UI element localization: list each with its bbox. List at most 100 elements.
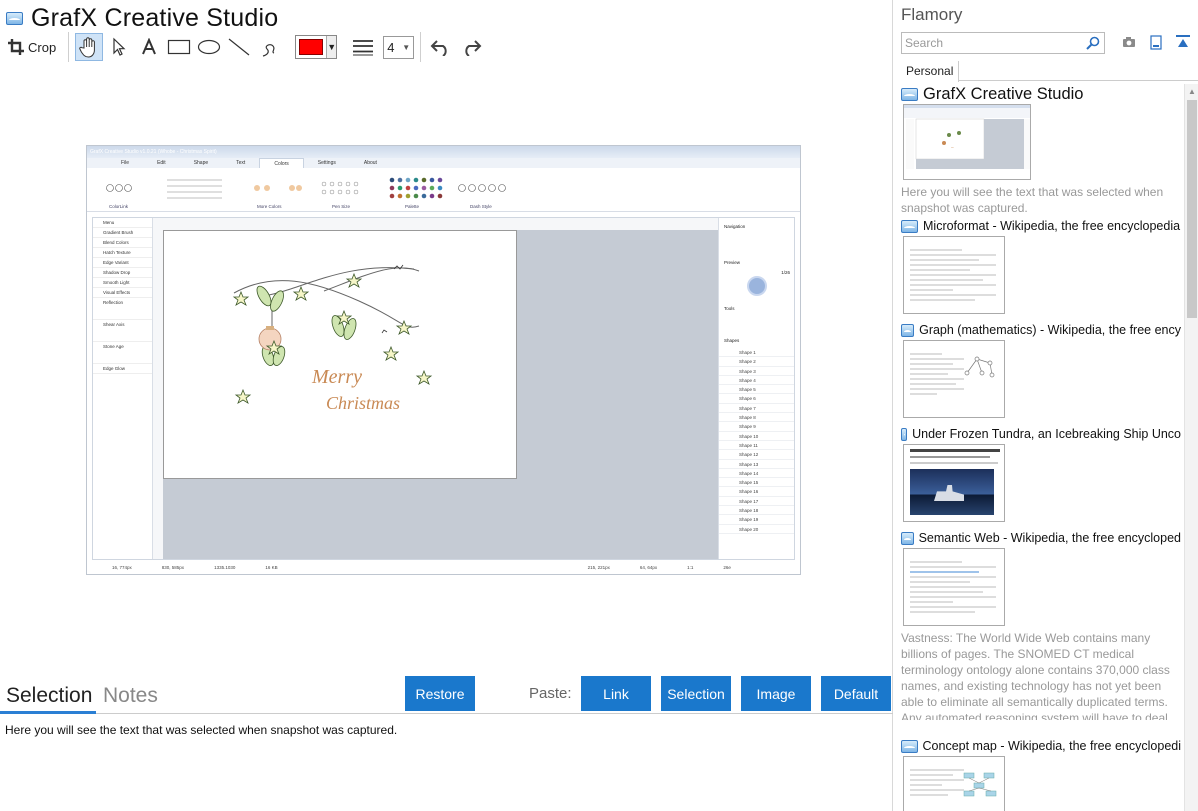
freehand-tool-button[interactable]: [255, 33, 283, 61]
paste-image-button[interactable]: Image: [741, 676, 811, 711]
paste-label: Paste:: [529, 685, 572, 702]
snapshot-menu-tab: Colors: [259, 158, 304, 168]
item-thumbnail: [903, 340, 1005, 418]
scroll-up-arrow-icon[interactable]: ▲: [1185, 84, 1198, 98]
pane-tabs: Personal: [901, 60, 1198, 82]
list-item[interactable]: Under Frozen Tundra, an Icebreaking Ship…: [901, 424, 1181, 528]
list-item[interactable]: GrafX Creative Studio ~ Here you will se…: [901, 84, 1181, 216]
snapshot-shape-row: Shape 19: [719, 515, 794, 525]
snapshot-shape-row: Shape 7: [719, 404, 794, 414]
snapshot-left-item: Hatch Texture: [93, 248, 152, 258]
snapshot-status-value: 830, 585px: [161, 565, 185, 570]
document-icon[interactable]: [1148, 34, 1164, 50]
item-header: Concept map - Wikipedia, the free encycl…: [901, 736, 1181, 756]
ribbon-group-label: Dash Style: [470, 204, 492, 209]
select-tool-button[interactable]: [105, 33, 133, 61]
section-tools: Tools: [724, 306, 735, 311]
undo-icon: [430, 40, 447, 56]
item-header: GrafX Creative Studio: [901, 84, 1181, 104]
section-preview: Preview: [724, 260, 741, 265]
scrollbar-thumb[interactable]: [1187, 100, 1197, 318]
preview-value: 1/26: [781, 270, 790, 275]
line-width-select[interactable]: 4 ▼: [383, 35, 415, 59]
hand-tool-button[interactable]: [75, 33, 104, 61]
snapshot-left-item: Gradient Brush: [93, 228, 152, 238]
nav-preview-block: Navigation Preview 1/26 Tools: [719, 218, 794, 318]
snapshot-left-item: Edge Variant: [93, 258, 152, 268]
item-header: Graph (mathematics) - Wikipedia, the fre…: [901, 320, 1181, 340]
item-app-icon: [901, 323, 915, 337]
ribbon-group-label: ColorLink: [109, 204, 129, 209]
pane-title: Flamory: [901, 5, 963, 24]
toolbar: Crop ▼ 4 ▼: [4, 32, 487, 62]
line-width-icon: [353, 40, 374, 56]
snapshot-left-item: Stone Age: [93, 342, 152, 364]
item-thumbnail: [903, 756, 1005, 811]
paste-default-button[interactable]: Default: [821, 676, 891, 711]
color-picker-dropdown[interactable]: ▼: [295, 35, 338, 59]
list-item[interactable]: Graph (mathematics) - Wikipedia, the fre…: [901, 320, 1181, 424]
collapse-top-icon[interactable]: [1175, 34, 1191, 50]
paste-selection-button[interactable]: Selection: [661, 676, 731, 711]
christmas-card-art: Merry Christmas: [232, 264, 433, 413]
item-thumbnail: ~: [903, 104, 1031, 180]
snapshot-status-value: 26e: [723, 565, 731, 570]
item-description: Here you will see the text that was sele…: [901, 185, 1164, 215]
ribbon-group-label: More Colors: [257, 204, 282, 209]
snapshot-shape-row: Shape 14: [719, 469, 794, 479]
line-width-button[interactable]: [349, 33, 377, 61]
snapshot-shape-row: Shape 13: [719, 460, 794, 469]
snapshot-status-value: 16 KB: [265, 565, 278, 570]
paste-link-button[interactable]: Link: [581, 676, 651, 711]
snapshot-left-item: Smooth Light: [93, 278, 152, 288]
hand-icon: [79, 37, 96, 58]
search-input[interactable]: Search: [901, 32, 1105, 54]
restore-button[interactable]: Restore: [405, 676, 475, 711]
text-tool-button[interactable]: [135, 33, 163, 61]
item-title: Under Frozen Tundra, an Icebreaking Ship…: [912, 427, 1181, 441]
snapshot-shape-row: Shape 16: [719, 487, 794, 497]
ellipse-tool-button[interactable]: [195, 33, 223, 61]
line-width-value: 4: [387, 39, 395, 55]
redo-button[interactable]: [457, 33, 485, 61]
snapshot-shape-row: Shape 10: [719, 432, 794, 441]
item-app-icon: [901, 427, 908, 441]
tab-selection[interactable]: Selection: [6, 684, 92, 708]
tab-personal[interactable]: Personal: [901, 61, 960, 82]
list-item[interactable]: Concept map - Wikipedia, the free encycl…: [901, 736, 1181, 811]
snapshot-left-item: Menu: [93, 218, 152, 228]
ribbon-group-label: Palette: [405, 204, 420, 209]
title-bar: GrafX Creative Studio: [6, 4, 278, 32]
item-thumbnail: [903, 236, 1005, 314]
shapes-list: Shape 1 Shape 2 Shape 3 Shape 4 Shape 5 Shape…: [719, 348, 794, 534]
camera-icon[interactable]: [1121, 34, 1137, 50]
list-item[interactable]: Semantic Web - Wikipedia, the free encyc…: [901, 528, 1181, 736]
toolbar-divider: [420, 32, 422, 62]
pane-scrollbar[interactable]: ▲: [1184, 84, 1198, 811]
tab-notes[interactable]: Notes: [103, 684, 158, 708]
item-header: Microformat - Wikipedia, the free encycl…: [901, 216, 1181, 236]
list-item[interactable]: Microformat - Wikipedia, the free encycl…: [901, 216, 1181, 320]
undo-button[interactable]: [427, 33, 455, 61]
item-title: Graph (mathematics) - Wikipedia, the fre…: [919, 323, 1181, 337]
snapshot-shape-row: Shape 4: [719, 376, 794, 386]
item-app-icon: [901, 531, 914, 545]
snapshot-menu-tab: Text: [236, 160, 246, 166]
snapshot-left-item: Reflection: [93, 298, 152, 320]
freehand-pen-icon: [263, 44, 275, 57]
flamory-pane: Flamory Search Personal GrafX Creative S…: [894, 0, 1198, 811]
snapshot-left-item: Edge Glow: [93, 364, 152, 374]
crop-button[interactable]: Crop: [4, 33, 60, 61]
snapshot-shape-row: Shape 12: [719, 450, 794, 460]
rectangle-tool-button[interactable]: [165, 33, 193, 61]
snapshot-menu-tab: Settings: [317, 160, 336, 166]
snapshot-status-bar: 16, 774px 830, 585px 1335.1030 16 KB 215, 22…: [87, 562, 800, 574]
section-shapes: Shapes: [724, 338, 740, 343]
snapshot-window-title: GrafX Creative Studio v1.0.21 (Whobe - C…: [87, 146, 800, 158]
item-title: Microformat - Wikipedia, the free encycl…: [923, 219, 1181, 233]
search-icon[interactable]: [1082, 36, 1104, 50]
line-tool-button[interactable]: [225, 33, 253, 61]
snapshot-menu-tab: Shape: [193, 160, 209, 166]
item-thumbnail: [903, 548, 1005, 626]
item-app-icon: [901, 87, 918, 101]
